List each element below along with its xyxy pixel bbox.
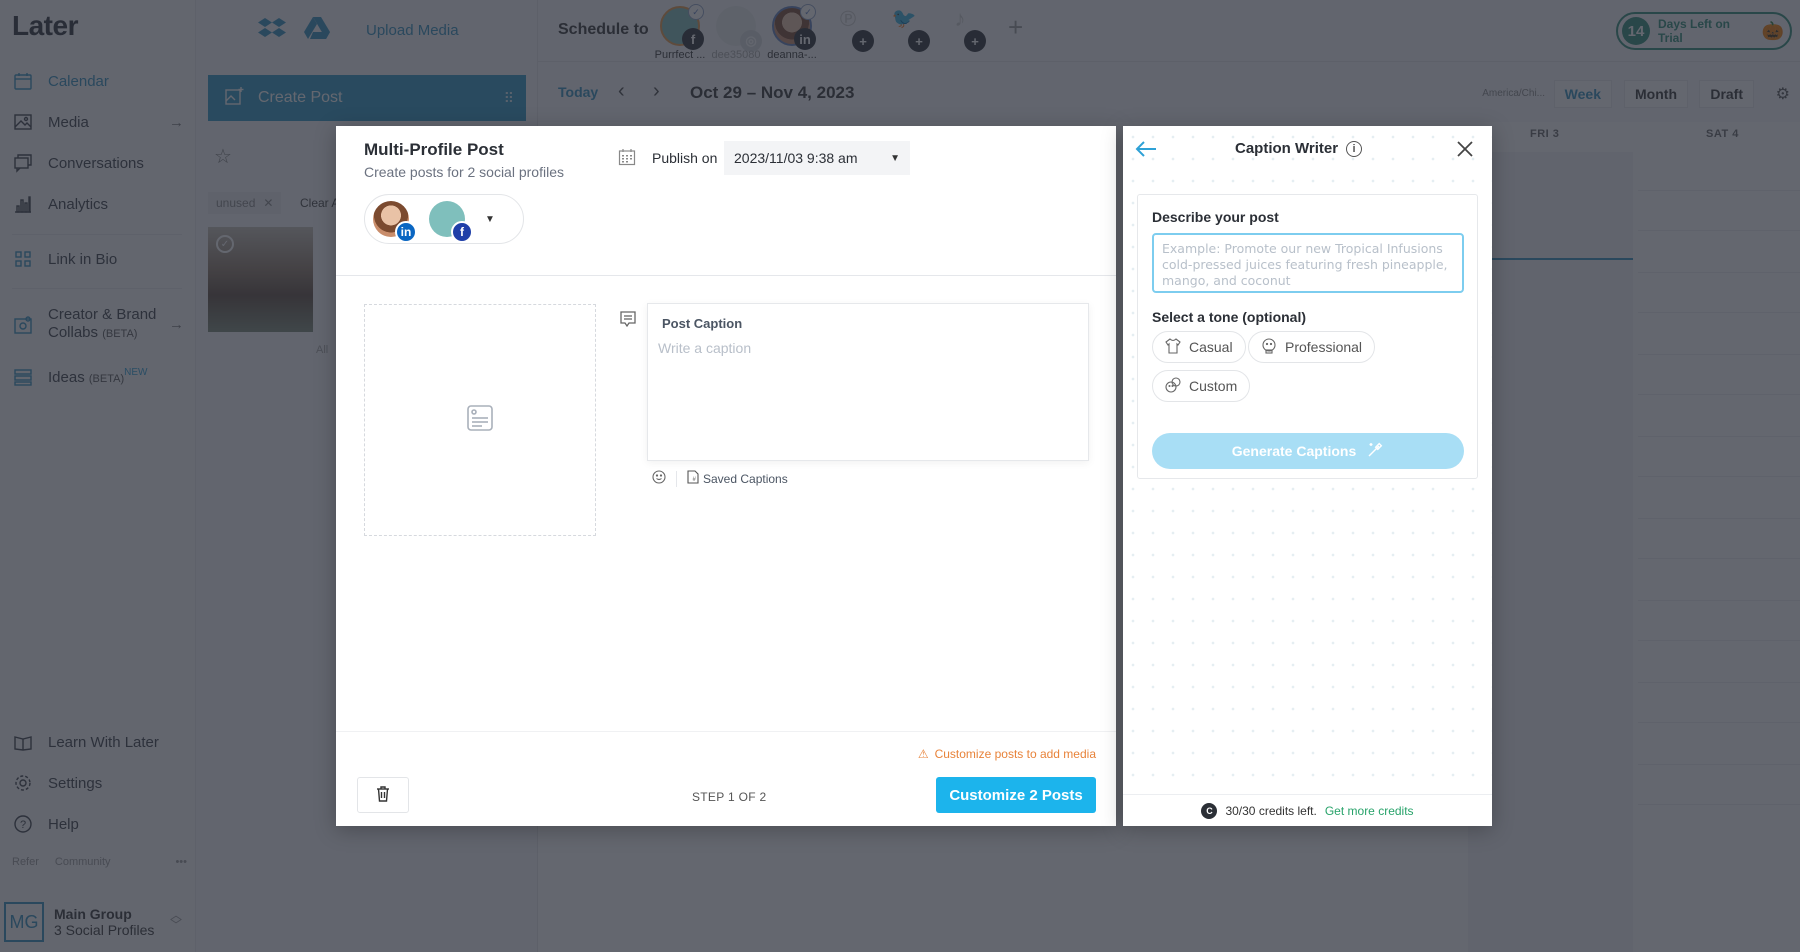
publish-date-value: 2023/11/03 9:38 am bbox=[734, 150, 858, 166]
credits-icon: C bbox=[1201, 802, 1218, 819]
publish-on-label: Publish on bbox=[652, 150, 718, 166]
multi-profile-post-modal: Multi-Profile Post Create posts for 2 so… bbox=[336, 126, 1116, 826]
caption-writer-header: Caption Writer i bbox=[1235, 140, 1363, 157]
saved-captions-button[interactable]: # Saved Captions bbox=[687, 470, 788, 487]
svg-text:#: # bbox=[693, 477, 697, 483]
tone-casual-button[interactable]: Casual bbox=[1152, 331, 1246, 363]
credits-footer: C 30/30 credits left. Get more credits bbox=[1123, 794, 1492, 826]
facebook-icon: f bbox=[451, 221, 473, 243]
trash-icon bbox=[376, 785, 390, 805]
custom-faces-icon bbox=[1165, 376, 1181, 396]
describe-post-label: Describe your post bbox=[1152, 209, 1279, 225]
modal-subtitle: Create posts for 2 social profiles bbox=[364, 164, 564, 180]
publish-date-select[interactable]: 2023/11/03 9:38 am ▼ bbox=[724, 141, 910, 175]
media-placeholder-icon bbox=[466, 404, 494, 437]
credits-remaining: 30/30 credits left. bbox=[1225, 803, 1317, 818]
caption-writer-form: Describe your post Select a tone (option… bbox=[1137, 194, 1478, 479]
caret-down-icon[interactable]: ▼ bbox=[485, 214, 495, 225]
caption-writer-title: Caption Writer bbox=[1235, 140, 1339, 157]
linkedin-icon: in bbox=[395, 221, 417, 243]
caret-down-icon: ▼ bbox=[890, 152, 900, 164]
calendar-icon bbox=[618, 148, 636, 171]
media-warning: ⚠ Customize posts to add media bbox=[917, 747, 1096, 761]
profile-selector[interactable]: in f ▼ bbox=[364, 194, 524, 244]
caption-tools: # Saved Captions bbox=[652, 470, 788, 487]
saved-captions-icon: # bbox=[687, 470, 699, 487]
tone-professional-button[interactable]: Professional bbox=[1248, 331, 1376, 363]
tone-custom-button[interactable]: Custom bbox=[1152, 370, 1251, 402]
customize-posts-button[interactable]: Customize 2 Posts bbox=[936, 777, 1096, 813]
avatar-linkedin-profile: in bbox=[373, 201, 417, 243]
divider bbox=[336, 731, 1116, 732]
emoji-icon[interactable] bbox=[652, 470, 666, 487]
divider bbox=[676, 470, 677, 487]
professional-face-icon bbox=[1261, 337, 1277, 357]
magic-wand-icon bbox=[1366, 441, 1384, 462]
get-more-credits-link[interactable]: Get more credits bbox=[1325, 804, 1414, 818]
post-caption-input[interactable] bbox=[658, 340, 1078, 450]
tshirt-icon bbox=[1165, 337, 1181, 357]
close-icon[interactable] bbox=[1456, 138, 1474, 164]
media-dropzone[interactable] bbox=[364, 304, 596, 536]
back-arrow-icon[interactable] bbox=[1135, 138, 1157, 164]
caption-icon bbox=[619, 310, 637, 333]
describe-post-input[interactable] bbox=[1152, 233, 1464, 293]
generate-captions-button[interactable]: Generate Captions bbox=[1152, 433, 1464, 469]
caption-writer-panel: Caption Writer i Describe your post Sele… bbox=[1123, 126, 1492, 826]
info-icon[interactable]: i bbox=[1346, 140, 1363, 157]
avatar-facebook-profile: f bbox=[429, 201, 473, 243]
post-caption-box: Post Caption bbox=[647, 303, 1089, 461]
tone-label: Select a tone (optional) bbox=[1152, 309, 1307, 325]
step-indicator: STEP 1 OF 2 bbox=[692, 790, 767, 804]
delete-button[interactable] bbox=[357, 777, 409, 813]
modal-title: Multi-Profile Post bbox=[364, 140, 504, 159]
post-caption-label: Post Caption bbox=[662, 316, 743, 331]
warning-icon: ⚠ bbox=[917, 747, 929, 761]
divider bbox=[336, 275, 1116, 276]
